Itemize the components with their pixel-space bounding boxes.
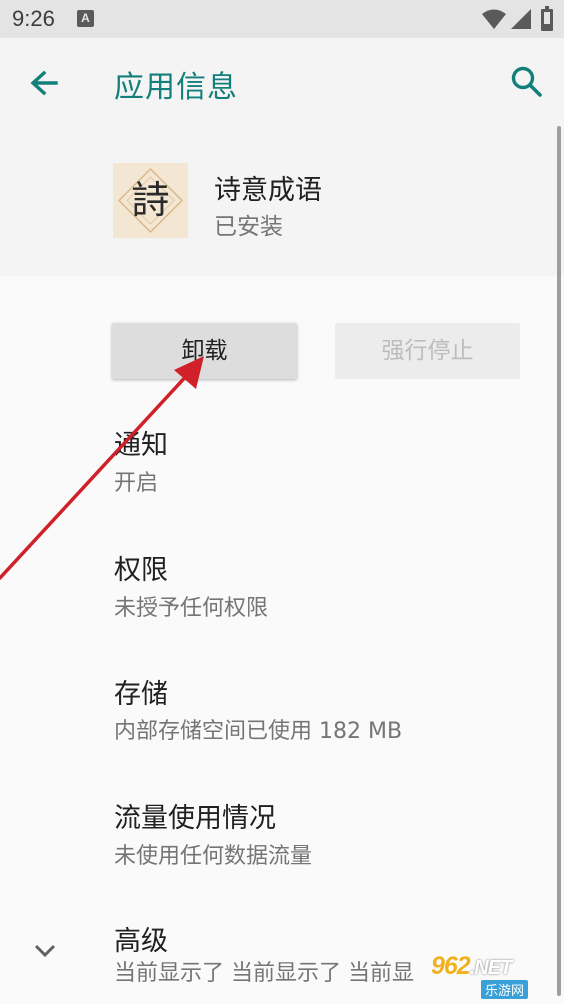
search-icon[interactable] xyxy=(505,60,549,104)
settings-item-title: 存储 xyxy=(114,679,168,710)
page-title: 应用信息 xyxy=(114,70,238,105)
app-icon: 詩 xyxy=(113,163,188,238)
uninstall-button[interactable]: 卸载 xyxy=(112,323,297,379)
settings-item-title: 高级 xyxy=(114,926,168,957)
app-name: 诗意成语 xyxy=(214,175,322,206)
app-install-status: 已安装 xyxy=(214,214,283,240)
settings-item-subtitle: 内部存储空间已使用 182 MB xyxy=(114,719,403,744)
notification-a-icon: A xyxy=(77,10,94,27)
watermark-main: 962.NET xyxy=(431,952,512,980)
settings-item-subtitle: 未授予任何权限 xyxy=(114,596,269,621)
status-time: 9:26 xyxy=(12,6,55,31)
signal-icon xyxy=(511,9,531,29)
watermark-logo: 962.NET 乐游网 xyxy=(425,948,561,1000)
watermark-sub: 乐游网 xyxy=(481,980,529,999)
scrollbar[interactable] xyxy=(557,126,561,996)
settings-item-subtitle: 当前显示了 当前显示了 当前显 xyxy=(114,961,414,986)
settings-item-title: 流量使用情况 xyxy=(114,803,276,834)
battery-icon xyxy=(541,6,553,31)
chevron-down-icon[interactable] xyxy=(30,936,60,966)
app-icon-glyph: 詩 xyxy=(131,178,169,222)
status-bar: 9:26 A xyxy=(0,0,564,38)
back-arrow-icon[interactable] xyxy=(22,62,66,106)
settings-item-title: 权限 xyxy=(114,555,168,586)
settings-item-title: 通知 xyxy=(114,430,168,461)
force-stop-button[interactable]: 强行停止 xyxy=(335,323,520,379)
settings-item-subtitle: 开启 xyxy=(114,471,159,496)
wifi-icon xyxy=(482,9,506,29)
settings-item-subtitle: 未使用任何数据流量 xyxy=(114,844,313,869)
